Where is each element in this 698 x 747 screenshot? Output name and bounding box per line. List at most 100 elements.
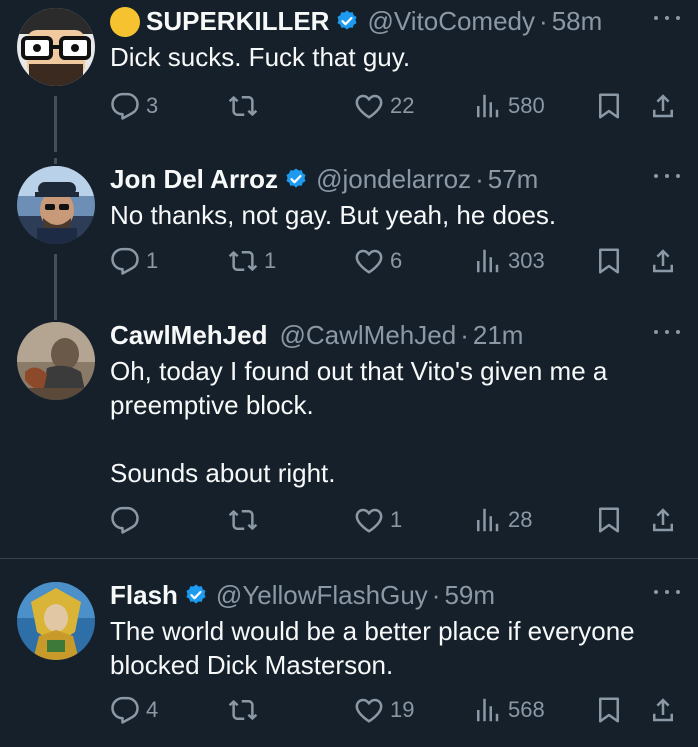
like-button[interactable]: 6 <box>354 243 402 279</box>
heart-icon <box>354 695 384 725</box>
thread-line <box>54 158 57 164</box>
share-icon <box>648 91 678 121</box>
like-count: 19 <box>390 697 415 722</box>
tweet[interactable]: SUPERKILLER @VitoComedy · 58m Dick sucks… <box>0 2 698 152</box>
reply-count: 4 <box>146 697 159 722</box>
share-icon <box>648 505 678 535</box>
view-count: 28 <box>508 507 533 532</box>
like-button[interactable]: 19 <box>354 692 414 728</box>
sun-emoji-icon <box>110 7 140 37</box>
views-button[interactable]: 28 <box>472 502 532 538</box>
more-options-icon[interactable] <box>654 8 680 28</box>
views-button[interactable]: 580 <box>472 88 545 124</box>
bookmark-button[interactable] <box>594 502 624 538</box>
share-button[interactable] <box>648 502 678 538</box>
reply-icon <box>110 246 140 276</box>
verified-badge-icon[interactable] <box>335 9 359 33</box>
views-icon <box>472 246 502 276</box>
reply-button[interactable]: 4 <box>110 692 158 728</box>
tweet-text: No thanks, not gay. But yeah, he does. <box>110 200 557 230</box>
tweet-text: Oh, today I found out that Vito's given … <box>110 356 608 488</box>
heart-icon <box>354 246 384 276</box>
like-count: 22 <box>390 93 415 118</box>
heart-icon <box>354 91 384 121</box>
username[interactable]: @YellowFlashGuy <box>216 576 428 614</box>
share-button[interactable] <box>648 243 678 279</box>
views-button[interactable]: 303 <box>472 243 545 279</box>
display-name[interactable]: Jon Del Arroz <box>110 160 278 198</box>
share-button[interactable] <box>648 692 678 728</box>
tweet-actions: 1 28 <box>110 502 680 538</box>
tweet-header: CawlMehJed @CawlMehJed · 21m <box>110 316 523 354</box>
timestamp[interactable]: 21m <box>473 316 524 354</box>
bookmark-button[interactable] <box>594 692 624 728</box>
share-icon <box>648 695 678 725</box>
retweet-button[interactable] <box>228 692 264 728</box>
reply-button[interactable]: 3 <box>110 88 158 124</box>
views-button[interactable]: 568 <box>472 692 545 728</box>
reply-icon <box>110 91 140 121</box>
more-options-icon[interactable] <box>654 582 680 602</box>
thread-line <box>54 254 57 314</box>
reply-button[interactable]: 1 <box>110 243 158 279</box>
bookmark-button[interactable] <box>594 243 624 279</box>
more-options-icon[interactable] <box>654 322 680 342</box>
bookmark-icon <box>594 91 624 121</box>
timestamp[interactable]: 57m <box>488 160 539 198</box>
avatar[interactable] <box>17 166 95 244</box>
display-name[interactable]: CawlMehJed <box>110 316 268 354</box>
tweet-actions: 3 22 580 <box>110 88 680 124</box>
avatar[interactable] <box>17 322 95 400</box>
username[interactable]: @CawlMehJed <box>280 316 457 354</box>
display-name[interactable]: SUPERKILLER <box>146 2 329 40</box>
username[interactable]: @jondelarroz <box>316 160 471 198</box>
like-button[interactable]: 22 <box>354 88 414 124</box>
view-count: 580 <box>508 93 545 118</box>
reply-icon <box>110 505 140 535</box>
display-name[interactable]: Flash <box>110 576 178 614</box>
reply-icon <box>110 695 140 725</box>
like-count: 6 <box>390 248 403 273</box>
reply-count: 1 <box>146 248 159 273</box>
timestamp[interactable]: 59m <box>444 576 495 614</box>
views-icon <box>472 505 502 535</box>
retweet-button[interactable] <box>228 88 264 124</box>
share-icon <box>648 246 678 276</box>
divider <box>0 558 698 559</box>
reply-count: 3 <box>146 93 159 118</box>
like-button[interactable]: 1 <box>354 502 402 538</box>
username[interactable]: @VitoComedy <box>367 2 535 40</box>
avatar[interactable] <box>17 8 95 86</box>
tweet-text: The world would be a better place if eve… <box>110 616 635 680</box>
bookmark-button[interactable] <box>594 88 624 124</box>
timestamp[interactable]: 58m <box>552 2 603 40</box>
bookmark-icon <box>594 505 624 535</box>
tweet-actions: 1 1 6 303 <box>110 243 680 279</box>
retweet-button[interactable] <box>228 502 264 538</box>
view-count: 303 <box>508 248 545 273</box>
reply-button[interactable] <box>110 502 146 538</box>
views-icon <box>472 695 502 725</box>
tweet-header: Jon Del Arroz @jondelarroz · 57m <box>110 160 538 198</box>
tweet-text: Dick sucks. Fuck that guy. <box>110 42 411 72</box>
retweet-icon <box>228 246 258 276</box>
tweet[interactable]: Jon Del Arroz @jondelarroz · 57m No than… <box>0 158 698 314</box>
heart-icon <box>354 505 384 535</box>
tweet-actions: 4 19 568 <box>110 692 680 728</box>
bookmark-icon <box>594 246 624 276</box>
retweet-count: 1 <box>264 248 277 273</box>
share-button[interactable] <box>648 88 678 124</box>
tweet[interactable]: CawlMehJed @CawlMehJed · 21m Oh, today I… <box>0 314 698 558</box>
verified-badge-icon[interactable] <box>184 583 208 607</box>
separator-dot: · <box>460 320 469 350</box>
view-count: 568 <box>508 697 545 722</box>
verified-badge-icon[interactable] <box>284 167 308 191</box>
avatar[interactable] <box>17 582 95 660</box>
retweet-icon <box>228 695 258 725</box>
more-options-icon[interactable] <box>654 166 680 186</box>
separator-dot: · <box>431 580 441 610</box>
tweet[interactable]: Flash @YellowFlashGuy · 59m The world wo… <box>0 574 698 744</box>
separator-dot: · <box>475 164 484 194</box>
like-count: 1 <box>390 507 403 532</box>
retweet-button[interactable]: 1 <box>228 243 276 279</box>
